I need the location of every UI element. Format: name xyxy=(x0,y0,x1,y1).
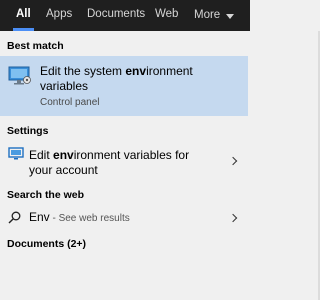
tab-documents[interactable]: Documents xyxy=(87,0,145,31)
settings-result[interactable]: Edit environment variables for your acco… xyxy=(0,143,248,179)
search-web-heading: Search the web xyxy=(7,189,85,201)
chevron-right-icon[interactable] xyxy=(228,213,238,223)
chevron-right-icon[interactable] xyxy=(228,156,238,166)
web-search-result[interactable]: Env - See web results xyxy=(0,205,248,229)
search-filter-tabs: All Apps Documents Web More xyxy=(0,0,250,31)
tab-more-label: More xyxy=(194,9,221,21)
chevron-down-icon xyxy=(226,13,235,19)
tab-documents-label: Documents xyxy=(87,8,146,20)
web-search-suffix: - See web results xyxy=(49,213,130,224)
tab-web[interactable]: Web xyxy=(155,0,178,31)
best-match-subtitle: Control panel xyxy=(40,97,100,108)
settings-heading: Settings xyxy=(7,125,49,137)
web-search-query: Env xyxy=(29,210,50,224)
monitor-settings-icon xyxy=(8,66,31,85)
documents-heading[interactable]: Documents (2+) xyxy=(7,238,86,250)
tab-web-label: Web xyxy=(155,8,179,20)
tab-apps-label: Apps xyxy=(46,8,73,20)
tab-all-label: All xyxy=(16,8,31,20)
tab-all[interactable]: All xyxy=(13,0,34,31)
settings-result-title: Edit environment variables for your acco… xyxy=(29,148,190,177)
tab-apps[interactable]: Apps xyxy=(46,0,72,31)
best-match-heading: Best match xyxy=(7,40,64,52)
best-match-result[interactable]: Edit the system environment variables Co… xyxy=(0,56,248,116)
web-search-text: Env - See web results xyxy=(29,210,130,226)
monitor-icon xyxy=(8,147,24,160)
search-icon xyxy=(8,211,21,224)
tab-more[interactable]: More xyxy=(194,0,235,31)
best-match-title: Edit the system environment variables xyxy=(40,64,193,93)
